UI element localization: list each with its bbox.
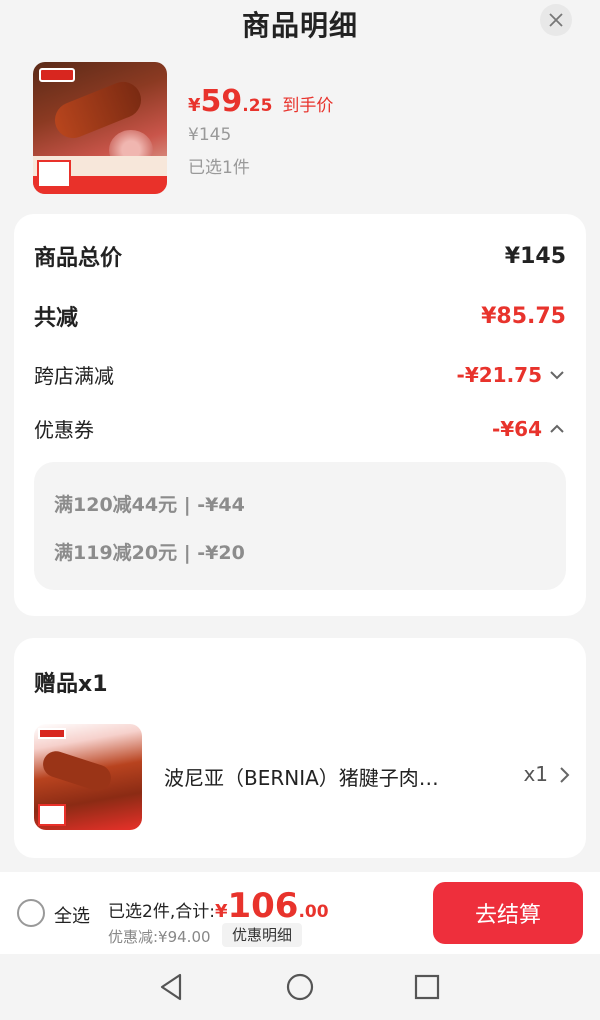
close-icon — [549, 13, 563, 27]
total-row: 商品总价 ¥145 — [34, 243, 566, 272]
product-image — [33, 62, 167, 194]
close-button[interactable] — [540, 4, 572, 36]
selected-count: 已选1件 — [188, 158, 250, 178]
cross-store-row[interactable]: 跨店满减 -¥21.75 — [34, 360, 566, 389]
gift-card: 赠品x1 波尼亚（BERNIA）猪腱子肉… x1 — [14, 638, 586, 858]
gift-title: 赠品x1 — [34, 672, 108, 697]
discount-detail-button[interactable]: 优惠明细 — [222, 923, 303, 947]
select-all-radio[interactable] — [17, 899, 45, 927]
brand-logo — [38, 728, 66, 739]
total-summary: 已选2件,合计: ¥ 106 .00 — [108, 886, 329, 926]
gift-image[interactable] — [34, 724, 142, 830]
coupon-detail-box: 满120减44元 | -¥44 满119减20元 | -¥20 — [34, 462, 566, 590]
coupon-detail-item: 满120减44元 | -¥44 — [54, 494, 245, 516]
reduce-row: 共减 ¥85.75 — [34, 303, 566, 332]
price-summary-card: 商品总价 ¥145 共减 ¥85.75 跨店满减 -¥21.75 优惠券 -¥6… — [14, 214, 586, 616]
detail-sheet: 商品明细 ¥ 59 .25 到手价 ¥145 已选1件 商品总价 ¥145 共减… — [0, 0, 600, 872]
original-price: ¥145 — [188, 125, 232, 145]
select-all-label[interactable]: 全选 — [54, 902, 90, 928]
coupon-detail-item: 满119减20元 | -¥20 — [54, 542, 245, 564]
brand-logo — [39, 68, 75, 82]
product-price-area: ¥ 59 .25 到手价 ¥145 已选1件 — [188, 84, 333, 178]
home-circle-icon[interactable] — [285, 972, 315, 1002]
chevron-down-icon — [550, 370, 564, 379]
discount-text: 优惠减:¥94.00 — [108, 928, 211, 946]
back-triangle-icon[interactable] — [156, 972, 186, 1002]
chevron-right-icon[interactable] — [558, 766, 570, 784]
chevron-up-icon — [550, 424, 564, 433]
recents-square-icon[interactable] — [413, 973, 441, 1001]
sheet-title: 商品明细 — [241, 9, 358, 42]
checkout-button[interactable]: 去结算 — [433, 882, 583, 944]
final-price: ¥ 59 .25 到手价 — [188, 84, 334, 119]
gift-name[interactable]: 波尼亚（BERNIA）猪腱子肉… — [164, 762, 439, 791]
system-nav-bar — [0, 954, 600, 1020]
coupon-row[interactable]: 优惠券 -¥64 — [34, 414, 566, 443]
checkout-bar: 全选 已选2件,合计: ¥ 106 .00 优惠减:¥94.00 优惠明细 去结… — [0, 872, 600, 954]
gift-quantity: x1 — [523, 762, 548, 786]
